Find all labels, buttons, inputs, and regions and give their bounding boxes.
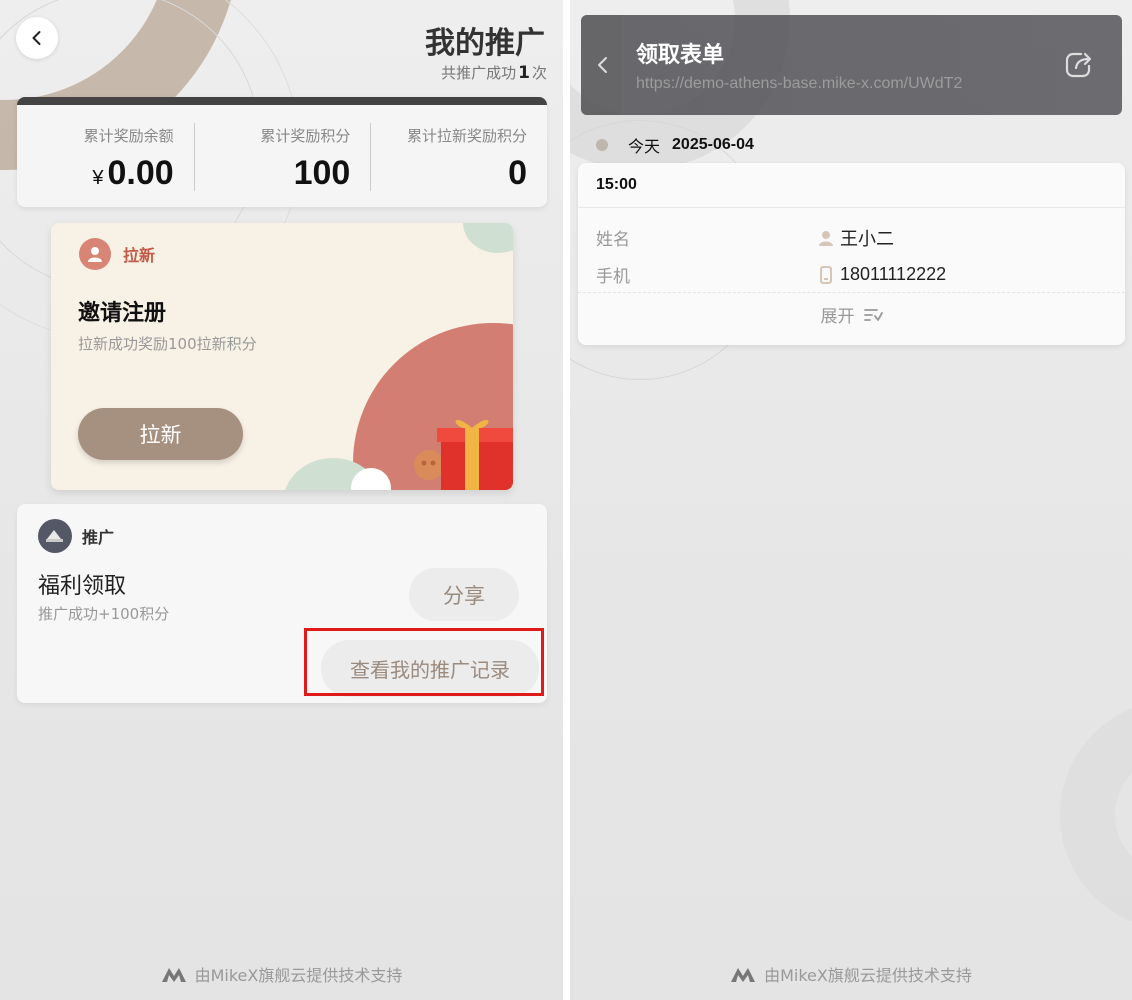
count-suffix: 次 <box>531 64 547 82</box>
stats-card: 累计奖励余额 ¥0.00 累计奖励积分 100 累计拉新奖励积分 0 <box>17 97 547 207</box>
record-field: 姓名 王小二 <box>596 225 1115 251</box>
field-value: 18011112222 <box>818 262 946 287</box>
field-key: 手机 <box>596 267 630 287</box>
stat-balance: 累计奖励余额 ¥0.00 <box>17 105 194 207</box>
mikex-logo-icon <box>731 968 756 982</box>
stat-value: ¥0.00 <box>17 154 174 193</box>
date-label: 今天 <box>628 137 661 156</box>
user-icon <box>819 231 833 246</box>
highlight-box <box>304 628 544 696</box>
promotion-count: 共推广成功 1 次 <box>441 62 547 83</box>
stat-label: 累计奖励积分 <box>260 127 351 145</box>
divider <box>578 292 1125 293</box>
expand-list-icon <box>863 308 883 321</box>
expand-button[interactable]: 展开 <box>578 302 1125 327</box>
stat-value: 100 <box>293 154 351 192</box>
back-button[interactable] <box>593 53 613 77</box>
form-title: 领取表单 <box>636 43 725 68</box>
stat-label: 累计奖励余额 <box>83 127 174 145</box>
promo-title: 福利领取 <box>38 574 127 599</box>
invite-badge: 拉新 <box>79 238 155 270</box>
phone-icon <box>820 265 832 284</box>
promo-description: 推广成功+100积分 <box>38 605 170 623</box>
divider <box>578 207 1125 208</box>
timeline-dot <box>596 139 608 151</box>
stat-invite-points: 累计拉新奖励积分 0 <box>370 105 547 207</box>
mikex-logo-icon <box>161 968 186 982</box>
gift-icon <box>414 419 513 490</box>
date-row: 今天 2025-06-04 <box>596 133 754 157</box>
record-field: 手机 18011112222 <box>596 262 1115 287</box>
phone-value: 18011112222 <box>840 264 947 284</box>
chevron-left-icon <box>32 31 41 45</box>
promo-badge: 推广 <box>38 519 114 553</box>
share-button[interactable]: 分享 <box>409 568 519 621</box>
count-value: 1 <box>518 63 530 83</box>
field-key: 姓名 <box>596 230 630 250</box>
invite-badge-label: 拉新 <box>123 246 156 265</box>
back-button[interactable] <box>16 17 58 59</box>
record-card: 15:00 姓名 王小二 手机 18011112222 展开 <box>578 163 1125 345</box>
expand-label: 展开 <box>820 307 855 327</box>
field-value: 王小二 <box>818 225 894 251</box>
my-promotion-page: 我的推广 共推广成功 1 次 累计奖励余额 ¥0.00 累计奖励积分 100 累计拉… <box>0 0 563 1000</box>
balance-value: 0.00 <box>107 154 174 192</box>
form-url: https://demo-athens-base.mike-x.com/UWdT… <box>636 75 963 92</box>
page-title: 我的推广 <box>425 26 545 61</box>
stat-points: 累计奖励积分 100 <box>193 105 371 207</box>
footer-text: 由MikeX旗舰云提供技术支持 <box>194 966 403 985</box>
footer-text: 由MikeX旗舰云提供技术支持 <box>764 966 972 985</box>
name-value: 王小二 <box>840 229 894 249</box>
decorative-arc <box>1060 700 1132 930</box>
footer: 由MikeX旗舰云提供技术支持 <box>570 962 1132 986</box>
user-avatar-icon <box>79 238 111 270</box>
invite-button[interactable]: 拉新 <box>78 408 243 460</box>
footer: 由MikeX旗舰云提供技术支持 <box>0 962 563 986</box>
screen: 我的推广 共推广成功 1 次 累计奖励余额 ¥0.00 累计奖励积分 100 累计拉… <box>0 0 1132 1000</box>
count-prefix: 共推广成功 <box>441 64 517 82</box>
record-time: 15:00 <box>596 176 637 193</box>
invite-description: 拉新成功奖励100拉新积分 <box>78 335 257 353</box>
stat-value: 0 <box>508 154 528 192</box>
date-value: 2025-06-04 <box>672 136 754 153</box>
form-header: 领取表单 https://demo-athens-base.mike-x.com… <box>581 15 1122 115</box>
claim-form-page: 领取表单 https://demo-athens-base.mike-x.com… <box>570 0 1132 1000</box>
currency-symbol: ¥ <box>92 167 104 189</box>
share-icon[interactable] <box>1064 49 1094 79</box>
invite-card: 拉新 邀请注册 拉新成功奖励100拉新积分 拉新 <box>51 223 513 490</box>
stat-label: 累计拉新奖励积分 <box>407 127 528 145</box>
decorative-blob <box>463 223 513 253</box>
promo-badge-label: 推广 <box>82 528 115 547</box>
megaphone-icon <box>38 519 72 553</box>
invite-title: 邀请注册 <box>78 301 167 326</box>
